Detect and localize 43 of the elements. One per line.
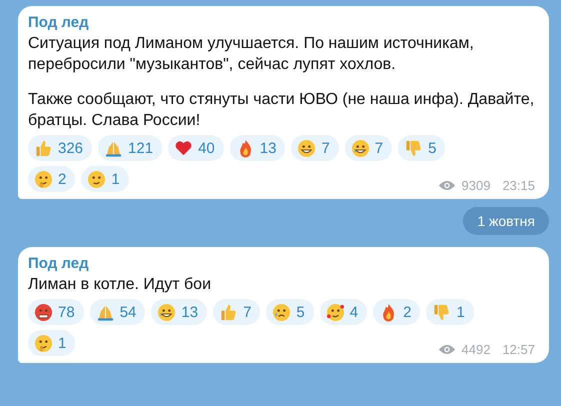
message-time: 12:57: [502, 342, 535, 357]
date-separator: 1 жовтня: [463, 207, 549, 235]
reaction-button[interactable]: 13: [230, 135, 286, 161]
reaction-button[interactable]: 2: [373, 299, 420, 325]
reaction-button[interactable]: 2: [28, 166, 76, 192]
thumbs-up-icon: [219, 302, 238, 322]
crying-face-icon: [272, 302, 292, 322]
thumbs-down-icon: [432, 302, 452, 322]
reaction-button[interactable]: 54: [90, 299, 146, 325]
reaction-button[interactable]: 1: [28, 330, 76, 356]
thinking-face-icon: [34, 170, 53, 188]
reaction-button[interactable]: 40: [168, 135, 224, 161]
reaction-button[interactable]: 326: [28, 135, 92, 161]
reaction-button[interactable]: 7: [344, 135, 392, 161]
thumbs-up-icon: [34, 138, 53, 158]
angry-face-icon: [34, 302, 53, 322]
reaction-button[interactable]: 7: [213, 299, 260, 325]
message-time: 23:15: [502, 178, 535, 193]
view-count: 4492: [462, 342, 490, 357]
reaction-button[interactable]: 13: [151, 299, 208, 325]
channel-name[interactable]: Под лед: [28, 255, 535, 272]
thinking-face-icon: [34, 334, 53, 352]
message-text: Также сообщают, что стянуты части ЮВО (не наша инфа). Давайте, братцы. Слава России!: [28, 90, 535, 131]
message-text: Лиман в котле. Идут бои: [28, 275, 212, 295]
reaction-button[interactable]: 5: [398, 135, 446, 161]
reaction-button[interactable]: 5: [266, 299, 314, 325]
reaction-button[interactable]: 7: [291, 135, 339, 161]
channel-name[interactable]: Под лед: [28, 14, 535, 31]
message-text: Ситуация под Лиманом улучшается. По нашим источникам, перебросили "музыкантов", сейчас лупят хохлов.: [28, 34, 475, 75]
views-icon: [438, 179, 456, 192]
reaction-button[interactable]: 121: [98, 135, 162, 161]
laughing-face-icon: [157, 302, 176, 322]
reaction-button[interactable]: 1: [81, 166, 129, 192]
smiling-face-hearts-icon: [326, 302, 345, 322]
thumbs-down-icon: [404, 138, 424, 158]
reaction-button[interactable]: 4: [320, 299, 368, 325]
views-icon: [438, 343, 456, 356]
reaction-button[interactable]: 78: [28, 299, 84, 325]
view-count: 9309: [462, 178, 490, 193]
grinning-face-icon: [297, 138, 316, 158]
heart-icon: [174, 138, 194, 158]
laughing-face-icon: [350, 138, 370, 158]
reaction-button[interactable]: 1: [426, 299, 474, 325]
